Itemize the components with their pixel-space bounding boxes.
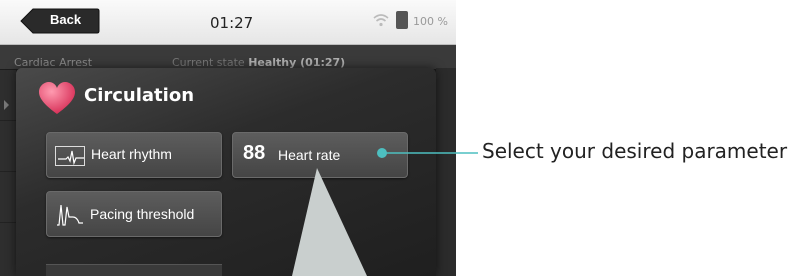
status-bar: Back 01:27 100 % — [0, 0, 456, 45]
next-button-edge — [46, 264, 222, 276]
heart-rate-label: Heart rate — [278, 147, 341, 163]
heart-icon — [39, 82, 75, 114]
pacing-pulse-icon — [57, 204, 83, 226]
background-list-item — [0, 172, 16, 223]
ecg-waveform-icon — [55, 146, 85, 166]
background-list-item — [0, 223, 16, 276]
background-list-item — [0, 121, 16, 172]
clock-time: 01:27 — [210, 14, 254, 32]
circulation-panel: Circulation Heart rhythm 88 Heart rate P… — [16, 68, 436, 276]
pacing-threshold-label: Pacing threshold — [90, 206, 195, 222]
background-list-item — [0, 70, 16, 121]
device-screen: Back 01:27 100 % Cardiac Arrest Current … — [0, 0, 456, 276]
panel-title: Circulation — [84, 85, 195, 106]
heart-rate-button[interactable]: 88 Heart rate — [232, 132, 408, 178]
back-button-label: Back — [50, 12, 82, 27]
annotation-text: Select your desired parameter — [482, 139, 788, 163]
back-button[interactable]: Back — [20, 8, 100, 34]
wifi-icon — [373, 14, 389, 27]
heart-rate-value: 88 — [243, 142, 266, 164]
heart-rhythm-button[interactable]: Heart rhythm — [46, 132, 222, 178]
expand-arrow-icon — [4, 100, 9, 110]
heart-rhythm-label: Heart rhythm — [91, 146, 172, 162]
battery-percent: 100 % — [413, 15, 448, 28]
background-right-edge — [436, 68, 456, 276]
battery-icon — [396, 11, 408, 29]
pacing-threshold-button[interactable]: Pacing threshold — [46, 191, 222, 237]
